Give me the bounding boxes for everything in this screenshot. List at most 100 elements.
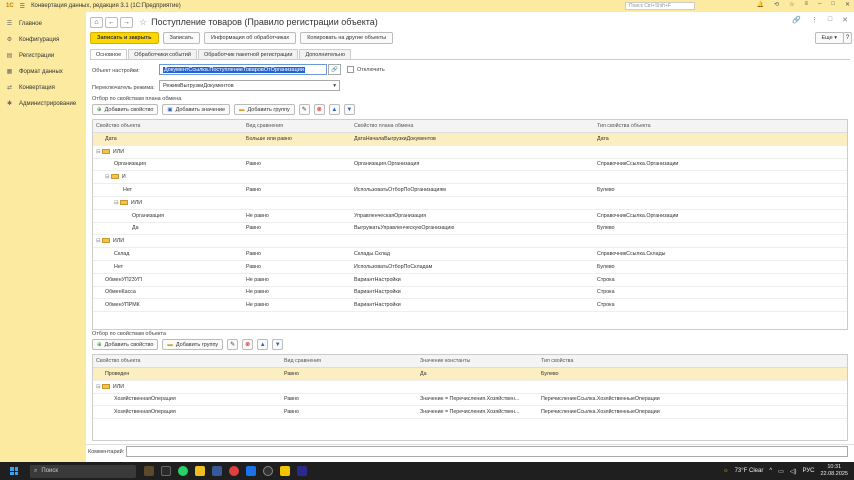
sidebar-item-main[interactable]: ☰ Главное <box>0 16 86 32</box>
table-row[interactable]: Да Равно ВыгружатьУправленческуюОрганизаци… <box>93 223 847 236</box>
home-button[interactable]: ⌂ <box>90 16 103 28</box>
taskbar-app-browser-icon[interactable] <box>229 466 239 476</box>
taskbar-app-premiere-icon[interactable] <box>297 466 307 476</box>
windows-start-icon[interactable] <box>10 467 18 475</box>
taskbar-app-messenger-icon[interactable] <box>212 466 222 476</box>
tab-event-handlers[interactable]: Обработчики событий <box>128 49 197 59</box>
taskbar-app-obs-icon[interactable] <box>263 466 273 476</box>
column-header[interactable]: Значение константы <box>417 358 538 364</box>
taskbar-app-1c-icon[interactable] <box>280 466 290 476</box>
group-row[interactable]: ⊟ И <box>93 171 847 185</box>
column-header[interactable]: Тип свойства <box>538 358 847 364</box>
user-icon[interactable]: ≡ <box>804 1 808 8</box>
menu-icon[interactable]: ☰ <box>20 3 25 10</box>
network-icon[interactable]: ▭ <box>778 468 784 475</box>
cell-text: Дата <box>105 135 117 142</box>
notifications-icon[interactable]: 🔔 <box>757 1 764 8</box>
sidebar-item-data-format[interactable]: ▦ Формат данных <box>0 64 86 80</box>
maximize-icon[interactable]: □ <box>831 1 835 8</box>
exchange-add-property-button[interactable]: ⊕ Добавить свойство <box>92 104 159 115</box>
open-link-button[interactable]: 🔗 <box>328 64 341 75</box>
group-row[interactable]: ⊟ ИЛИ <box>93 235 847 249</box>
table-row[interactable]: Организация Не равно УправленческаяОрганиз… <box>93 210 847 223</box>
save-and-close-button[interactable]: Записать и закрыть <box>90 32 159 44</box>
exchange-edit-button[interactable]: ✎ <box>298 104 310 115</box>
disable-checkbox[interactable] <box>347 66 354 73</box>
object-delete-button[interactable]: ⊗ <box>242 339 254 350</box>
tab-additional[interactable]: Дополнительно <box>299 49 352 59</box>
table-cell: Равно <box>243 187 351 193</box>
column-header[interactable]: Вид сравнения <box>243 123 351 129</box>
window-maximize-icon[interactable]: □ <box>828 16 832 24</box>
exchange-move-down-button[interactable]: ▼ <box>343 104 355 115</box>
table-row[interactable]: Нет Равно ИспользоватьОтборПоОрганизациям Б… <box>93 184 847 197</box>
object-add-property-button[interactable]: ⊕ Добавить свойство <box>92 339 159 350</box>
exchange-move-up-button[interactable]: ▲ <box>328 104 340 115</box>
speaker-icon[interactable]: ◁) <box>790 468 797 475</box>
table-row[interactable]: ОбменКасса Не равно ВариантНастройки Строка <box>93 287 847 300</box>
object-edit-button[interactable]: ✎ <box>227 339 239 350</box>
group-row[interactable]: ⊟ ИЛИ <box>93 146 847 159</box>
favorite-star-icon[interactable]: ☆ <box>139 17 147 28</box>
settings-object-field[interactable]: ДокументСсылка.ПоступлениеТоваровОтОрган… <box>159 64 327 75</box>
taskbar-search[interactable]: ⌕ Поиск <box>30 464 136 478</box>
clock[interactable]: 10:31 22.08.2025 <box>820 464 848 478</box>
back-button[interactable]: ← <box>105 16 118 28</box>
taskbar-app-taskview-icon[interactable] <box>161 466 171 476</box>
column-header[interactable]: Свойство объекта <box>93 358 281 364</box>
tab-batch-handler[interactable]: Обработчик пакетной регистрации <box>197 49 299 59</box>
more-vert-icon[interactable]: ⋮ <box>811 16 818 24</box>
save-button[interactable]: Записать <box>162 32 201 44</box>
language-indicator[interactable]: РУС <box>802 468 814 474</box>
table-row[interactable]: ХозяйственнаяОперация Равно Значение = Пер… <box>93 406 847 420</box>
history-icon[interactable]: ⟲ <box>774 1 779 8</box>
global-search-input[interactable]: Поиск Ctrl+Shift+F <box>625 2 695 10</box>
table-row[interactable]: Склад Равно Склады.Склад СправочникСсылка.С… <box>93 248 847 261</box>
minimize-icon[interactable]: – <box>818 1 821 8</box>
taskbar-app-word-icon[interactable] <box>246 466 256 476</box>
copy-to-others-button[interactable]: Копировать на другие объекты <box>300 32 394 44</box>
close-icon[interactable]: ✕ <box>845 1 850 8</box>
group-row[interactable]: ⊟ ИЛИ <box>93 197 847 210</box>
table-row[interactable]: ОбменУП2ЗУП Не равно ВариантНастройки Строк… <box>93 274 847 287</box>
object-move-up-button[interactable]: ▲ <box>257 339 269 350</box>
sidebar-item-conversion[interactable]: ⇄ Конвертация <box>0 80 86 96</box>
table-row[interactable]: Нет Равно ИспользоватьОтборПоСкладам Булево <box>93 261 847 274</box>
help-button[interactable]: ? <box>843 32 852 44</box>
mode-select[interactable]: РежимВыгрузкиДокументов ▾ <box>159 80 340 91</box>
exchange-delete-button[interactable]: ⊗ <box>313 104 325 115</box>
delete-icon: ⊗ <box>245 342 251 348</box>
sidebar-item-registrations[interactable]: ▤ Регистрации <box>0 48 86 64</box>
cell-text: Нет <box>114 263 124 270</box>
column-header[interactable]: Вид сравнения <box>281 358 417 364</box>
cell-text: ИЛИ <box>112 383 125 390</box>
table-cell: ОбменКасса <box>93 289 243 295</box>
cell-text: ХозяйственнаяОперация <box>114 396 176 403</box>
more-button[interactable]: Еще ▾ <box>814 32 844 44</box>
tray-chevron-icon[interactable]: ^ <box>769 468 772 474</box>
window-close-icon[interactable]: ✕ <box>842 16 848 24</box>
link-icon[interactable]: 🔗 <box>792 16 801 24</box>
table-row[interactable]: ХозяйственнаяОперация Равно Значение = Пер… <box>93 394 847 407</box>
taskbar-app-whatsapp-icon[interactable] <box>178 466 188 476</box>
object-add-group-button[interactable]: ▬ Добавить группу <box>162 339 224 350</box>
handlers-info-button[interactable]: Информация об обработчиках <box>204 32 297 44</box>
exchange-add-value-button[interactable]: ▣ Добавить значение <box>162 104 231 115</box>
sidebar-item-administration[interactable]: ✱ Администрирование <box>0 96 86 112</box>
column-header[interactable]: Свойство плана обмена <box>351 123 594 129</box>
table-row[interactable]: ОбменУПРМК Не равно ВариантНастройки Строка <box>93 299 847 313</box>
taskbar-app-explorer-icon[interactable] <box>195 466 205 476</box>
object-move-down-button[interactable]: ▼ <box>272 339 284 350</box>
comment-field[interactable] <box>126 446 848 457</box>
group-row[interactable]: ⊟ ИЛИ <box>93 381 847 394</box>
favorites-icon[interactable]: ☆ <box>789 1 794 8</box>
sidebar-item-configuration[interactable]: ⚙ Конфигурация <box>0 32 86 48</box>
table-row[interactable]: Организация Равно Организация.Организация С… <box>93 159 847 172</box>
exchange-add-group-button[interactable]: ▬ Добавить группу <box>234 104 295 115</box>
taskbar-app-weather-icon[interactable] <box>144 466 154 476</box>
column-header[interactable]: Свойство объекта <box>93 123 243 129</box>
column-header[interactable]: Тип свойства объекта <box>594 123 847 129</box>
table-row[interactable]: Дата Больше или равно ДатаНачалаВыгрузкиДо… <box>93 133 847 146</box>
forward-button[interactable]: → <box>120 16 133 28</box>
table-row[interactable]: Проведен Равно Да Булево <box>93 368 847 381</box>
